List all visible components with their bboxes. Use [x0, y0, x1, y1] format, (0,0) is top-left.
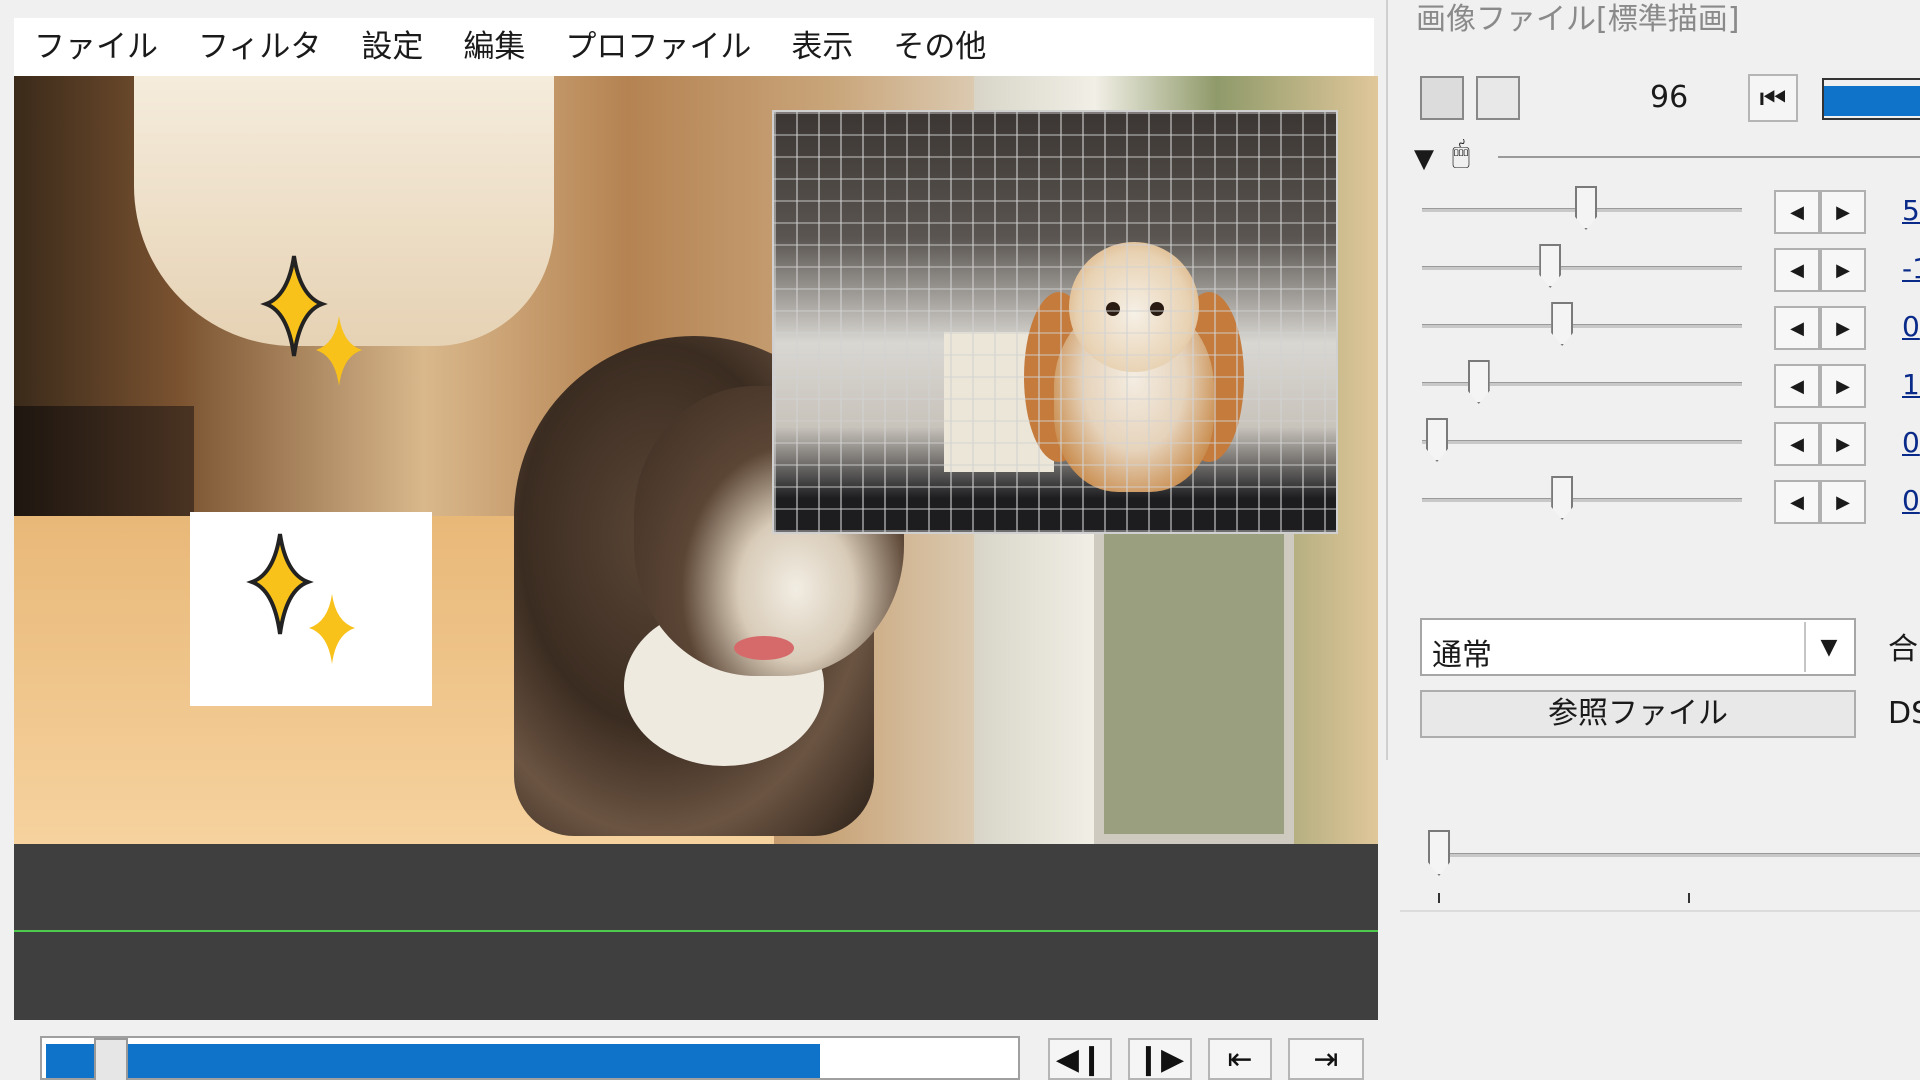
- step-right-icon[interactable]: ▶: [1820, 364, 1866, 408]
- transport-bar: ◀❙ ❙▶ ⇤ ⇥: [14, 1020, 1378, 1080]
- param-stepper: ◀ ▶: [1774, 364, 1866, 408]
- menu-file[interactable]: ファイル: [14, 18, 178, 76]
- sparkle-overlay-object[interactable]: [190, 512, 432, 706]
- blend-mode-value: 通常: [1432, 638, 1492, 673]
- object-settings-panel: 画像ファイル[標準描画] 96 ⏮ ▼ 🖱 ◀▶50◀▶-19◀▶0◀▶100◀…: [1386, 0, 1920, 760]
- step-right-icon[interactable]: ▶: [1820, 422, 1866, 466]
- param-slider-track[interactable]: [1422, 498, 1742, 502]
- param-slider-thumb[interactable]: [1551, 302, 1574, 346]
- jump-end-icon[interactable]: ⇥: [1288, 1038, 1364, 1080]
- param-value[interactable]: -19: [1902, 252, 1920, 285]
- step-left-icon[interactable]: ◀: [1774, 190, 1820, 234]
- filter-effect-icon[interactable]: [1420, 76, 1464, 120]
- menu-other[interactable]: その他: [873, 18, 1006, 76]
- blend-mode-select[interactable]: 通常 ▼: [1420, 618, 1856, 676]
- rabbit-image-object[interactable]: [772, 110, 1338, 534]
- menu-bar: ファイル フィルタ 設定 編集 プロファイル 表示 その他: [14, 18, 1374, 76]
- timeline-guide-line: [14, 930, 1378, 932]
- blend-mode-label: 合: [1888, 632, 1918, 667]
- param-stepper: ◀ ▶: [1774, 248, 1866, 292]
- param-slider-thumb[interactable]: [1426, 418, 1448, 462]
- canvas-icon[interactable]: [1476, 76, 1520, 120]
- sparkle-icon[interactable]: [244, 246, 374, 396]
- step-right-icon[interactable]: ▶: [1820, 480, 1866, 524]
- param-stepper: ◀ ▶: [1774, 422, 1866, 466]
- param-slider-track[interactable]: [1422, 440, 1742, 444]
- param-row: ◀ ▶ 0: [1422, 296, 1920, 356]
- panel-progress-fill: [1824, 86, 1920, 116]
- param-row: ◀▶ 100: [1422, 354, 1920, 414]
- param-value[interactable]: 0: [1902, 310, 1920, 343]
- sparkle-icon: [246, 533, 355, 664]
- param-stepper: ◀ ▶: [1774, 480, 1866, 524]
- panel-toolbar: 96 ⏮: [1420, 74, 1920, 124]
- menu-filter[interactable]: フィルタ: [178, 18, 341, 76]
- cage-grid: [774, 112, 1336, 532]
- panel-title: 画像ファイル[標準描画]: [1416, 2, 1740, 37]
- timeline-area[interactable]: [14, 844, 1378, 1020]
- group-divider: [1498, 156, 1920, 158]
- step-left-icon[interactable]: ◀: [1774, 364, 1820, 408]
- param-stepper: ◀ ▶: [1774, 190, 1866, 234]
- param-value[interactable]: 0: [1902, 484, 1920, 517]
- frame-prev-icon[interactable]: ◀❙: [1048, 1038, 1112, 1080]
- seek-bar-fill: [46, 1044, 821, 1078]
- background-window-frame: [1094, 516, 1294, 844]
- step-left-icon[interactable]: ◀: [1774, 306, 1820, 350]
- step-right-icon[interactable]: ▶: [1820, 190, 1866, 234]
- param-group-header[interactable]: ▼ 🖱: [1414, 134, 1920, 174]
- frame-next-icon[interactable]: ❙▶: [1128, 1038, 1192, 1080]
- param-row: ◀▶ 50: [1422, 180, 1920, 240]
- main-window: ファイル フィルタ 設定 編集 プロファイル 表示 その他 ◀❙ ❙▶ ⇤ ⇥: [0, 0, 1386, 1080]
- param-stepper: ◀ ▶: [1774, 306, 1866, 350]
- param-row: ◀ ▶ 0: [1422, 412, 1920, 472]
- step-left-icon[interactable]: ◀: [1774, 422, 1820, 466]
- lower-slider-track: [1428, 853, 1920, 857]
- seek-bar-knob[interactable]: [94, 1038, 128, 1080]
- panel-progress-bar[interactable]: [1822, 78, 1920, 120]
- dropdown-arrow-icon[interactable]: ▼: [1804, 622, 1852, 672]
- lower-track-slider[interactable]: [1400, 760, 1920, 910]
- param-row: ◀ ▶ 0: [1422, 470, 1920, 530]
- param-value[interactable]: 50: [1902, 194, 1920, 227]
- param-slider-thumb[interactable]: [1467, 360, 1490, 404]
- param-slider-thumb[interactable]: [1575, 186, 1597, 230]
- menu-profile[interactable]: プロファイル: [545, 18, 771, 76]
- reference-file-button[interactable]: 参照ファイル: [1420, 690, 1856, 738]
- param-value[interactable]: 0: [1902, 426, 1920, 459]
- menu-settings[interactable]: 設定: [341, 18, 443, 76]
- param-slider-track[interactable]: [1422, 324, 1742, 328]
- seek-bar[interactable]: [40, 1036, 1020, 1080]
- collapse-triangle-icon[interactable]: ▼: [1414, 144, 1434, 174]
- frame-number: 96: [1650, 80, 1689, 115]
- param-row: ◀▶ -19: [1422, 238, 1920, 298]
- param-slider-thumb[interactable]: [1539, 244, 1562, 288]
- param-slider-thumb[interactable]: [1551, 476, 1574, 520]
- step-right-icon[interactable]: ▶: [1820, 306, 1866, 350]
- param-slider-track[interactable]: [1422, 266, 1742, 270]
- step-right-icon[interactable]: ▶: [1820, 248, 1866, 292]
- param-value[interactable]: 100: [1902, 368, 1920, 401]
- slider-tick: [1438, 893, 1440, 903]
- step-left-icon[interactable]: ◀: [1774, 480, 1820, 524]
- mouse-icon: 🖱: [1452, 136, 1470, 171]
- menu-edit[interactable]: 編集: [443, 18, 545, 76]
- panel-footer: [1400, 910, 1920, 1080]
- video-preview[interactable]: [14, 76, 1378, 844]
- jump-start-icon[interactable]: ⇤: [1208, 1038, 1272, 1080]
- rewind-icon[interactable]: ⏮: [1748, 74, 1798, 122]
- ds-label: DS: [1888, 696, 1920, 731]
- menu-view[interactable]: 表示: [771, 18, 873, 76]
- step-left-icon[interactable]: ◀: [1774, 248, 1820, 292]
- lower-slider-thumb[interactable]: [1428, 830, 1450, 876]
- slider-tick: [1688, 893, 1690, 903]
